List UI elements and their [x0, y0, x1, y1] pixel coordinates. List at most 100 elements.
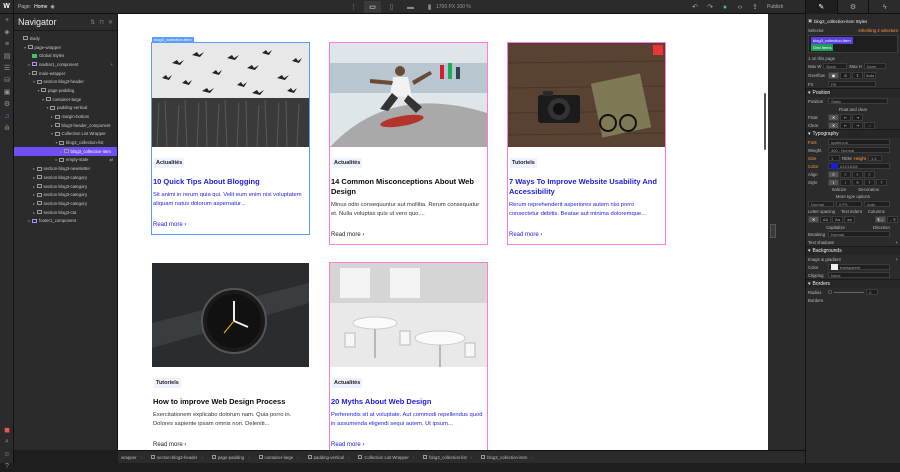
style-brush-icon[interactable]: ✎: [805, 0, 837, 14]
settings-gear-icon[interactable]: ⚙: [836, 0, 869, 14]
borders-section[interactable]: ▾ Borders: [806, 279, 900, 288]
card-title[interactable]: 7 Ways To Improve Website Usability And …: [509, 177, 664, 197]
assets-icon[interactable]: ▣: [0, 86, 14, 98]
mobile-landscape-icon[interactable]: ▬: [402, 1, 419, 13]
canvas-scrollbar[interactable]: [764, 93, 766, 150]
breadcrumb-item[interactable]: blog3_collection-item ›: [478, 455, 536, 460]
navigator-item[interactable]: ▸ section-blog3-newsletter: [14, 164, 117, 173]
align-left-icon[interactable]: ≡: [828, 170, 839, 178]
collection-item-card[interactable]: blog3_collection-item Actualités 10 Quic…: [151, 37, 310, 235]
code-icon[interactable]: ‹›: [735, 1, 745, 13]
breadcrumb-item[interactable]: section-blog3-header ›: [148, 455, 206, 460]
collapse-all-icon[interactable]: ⇅: [90, 19, 95, 26]
regular-icon[interactable]: I: [828, 178, 839, 186]
navigator-item[interactable]: ▾ padding-vertical: [14, 104, 117, 113]
read-more-link[interactable]: Read more ›: [153, 222, 308, 228]
navigator-item[interactable]: ▸ section-blog3-category: [14, 190, 117, 199]
overflow-auto-button[interactable]: Auto: [864, 71, 877, 79]
breadcrumb-item[interactable]: blog3_collection-list ›: [420, 455, 475, 460]
navigator-item[interactable]: ▾ container-large: [14, 95, 117, 104]
line-height-input[interactable]: 1.5: [867, 155, 882, 161]
align-right-icon[interactable]: ≡: [852, 170, 863, 178]
navigator-item[interactable]: ▾ Collection List Wrapper: [14, 130, 117, 139]
collection-item-card[interactable]: Tutoriels 7 Ways To Improve Website Usab…: [507, 42, 666, 245]
rtl-icon[interactable]: ←¶: [887, 215, 898, 223]
navigator-item[interactable]: ▾ page-wrapper: [14, 43, 117, 52]
max-height-input[interactable]: None: [863, 63, 886, 69]
search-icon[interactable]: ⌕: [0, 436, 14, 448]
class-chip[interactable]: blog3_collection-item: [811, 37, 853, 44]
position-select[interactable]: Static: [828, 98, 888, 104]
breadcrumb-item[interactable]: Collection List Wrapper ›: [355, 455, 417, 460]
inheriting-text[interactable]: Inheriting 2 selectors: [858, 28, 898, 33]
settings-icon[interactable]: ⚙: [0, 98, 14, 110]
collection-item-card[interactable]: Tutoriels How to improve Web Design Proc…: [151, 262, 310, 450]
card-title[interactable]: 14 Common Misconceptions About Web Desig…: [331, 177, 486, 197]
weight-select[interactable]: 400 - Normal: [828, 147, 890, 153]
page-selector[interactable]: Page: Home ◉: [18, 4, 55, 10]
italic-icon[interactable]: I: [840, 178, 851, 186]
interactions-icon[interactable]: ϟ: [868, 0, 900, 14]
radius-input[interactable]: 0: [866, 289, 879, 295]
position-section[interactable]: ▾ Position: [806, 88, 900, 97]
letter-spacing-input[interactable]: Normal: [808, 201, 834, 207]
text-indent-input[interactable]: 0 PX: [836, 201, 862, 207]
overflow-hidden-icon[interactable]: ⊘: [840, 71, 851, 79]
undo-icon[interactable]: ↶: [690, 1, 700, 13]
card-title[interactable]: 10 Quick Tips About Blogging: [153, 177, 308, 187]
navigator-item[interactable]: ▾ section-blog3-header: [14, 77, 117, 86]
close-icon[interactable]: ✕: [108, 19, 113, 26]
navigator-item[interactable]: ▾ blog3_collection-list: [14, 138, 117, 147]
desktop-breakpoint-icon[interactable]: ▭: [364, 1, 381, 13]
share-icon[interactable]: ⇪: [750, 1, 760, 13]
breadcrumb-item[interactable]: padding-vertical ›: [305, 455, 353, 460]
card-title[interactable]: How to improve Web Design Process: [153, 397, 308, 407]
collection-item-card[interactable]: Actualités 20 Myths About Web Design Per…: [329, 262, 488, 450]
users-icon[interactable]: ☺: [0, 448, 14, 460]
overflow-visible-icon[interactable]: ◉: [828, 71, 839, 79]
no-decoration-icon[interactable]: ✕: [852, 178, 863, 186]
color-input[interactable]: #1D1DD8: [828, 163, 890, 169]
audit-icon[interactable]: ılı: [0, 122, 14, 134]
pages-icon[interactable]: ▤: [0, 50, 14, 62]
webflow-logo[interactable]: W: [0, 0, 14, 14]
card-title[interactable]: 20 Myths About Web Design: [331, 397, 486, 407]
navigator-item[interactable]: ▾ main-wrapper: [14, 69, 117, 78]
item-action-icon[interactable]: +: [110, 62, 113, 67]
size-unit[interactable]: REM: [842, 156, 852, 161]
navigator-icon[interactable]: ≡: [0, 38, 14, 50]
float-right-icon[interactable]: ⇥: [852, 113, 863, 121]
fit-select[interactable]: Fill: [828, 81, 876, 87]
selector-field[interactable]: blog3_collection-item Grid Items: [808, 35, 898, 53]
lowercase-icon[interactable]: aa: [844, 215, 855, 223]
clear-left-icon[interactable]: ⇤: [840, 121, 851, 129]
radius-slider[interactable]: [834, 291, 865, 293]
ltr-icon[interactable]: ¶→: [875, 215, 886, 223]
breadcrumb-item[interactable]: wrapper ›: [118, 455, 145, 460]
clear-none-icon[interactable]: ✕: [828, 121, 839, 129]
alert-icon[interactable]: ◼: [0, 424, 14, 436]
navigator-item[interactable]: Global Styles: [14, 51, 117, 60]
align-justify-icon[interactable]: ≡: [864, 170, 875, 178]
redo-icon[interactable]: ↷: [705, 1, 715, 13]
collection-item-card[interactable]: Actualités 14 Common Misconceptions Abou…: [329, 42, 488, 245]
design-canvas[interactable]: blog3_collection-item Actualités 10 Quic…: [118, 14, 768, 450]
breadcrumb-item[interactable]: container-large ›: [256, 455, 302, 460]
max-width-input[interactable]: None: [823, 63, 848, 69]
clipping-select[interactable]: None: [828, 272, 890, 278]
add-text-shadow-icon[interactable]: +: [895, 240, 898, 245]
read-more-link[interactable]: Read more ›: [509, 232, 664, 238]
uppercase-icon[interactable]: AA: [820, 215, 831, 223]
breaking-select[interactable]: Normal: [828, 231, 890, 237]
typography-section[interactable]: ▾ Typography: [806, 129, 900, 138]
align-center-icon[interactable]: ≡: [840, 170, 851, 178]
state-chip[interactable]: Grid Items: [811, 44, 834, 51]
size-input[interactable]: 1: [828, 155, 840, 161]
navigator-item[interactable]: ▸ section-blog3-category: [14, 199, 117, 208]
breadcrumb-item[interactable]: page-padding ›: [209, 455, 253, 460]
float-left-icon[interactable]: ⇤: [840, 113, 851, 121]
publish-button[interactable]: Publish: [765, 4, 785, 10]
strikethrough-icon[interactable]: T: [864, 178, 875, 186]
bg-color-input[interactable]: transparent: [828, 264, 890, 270]
styles-icon[interactable]: ♫: [0, 110, 14, 122]
